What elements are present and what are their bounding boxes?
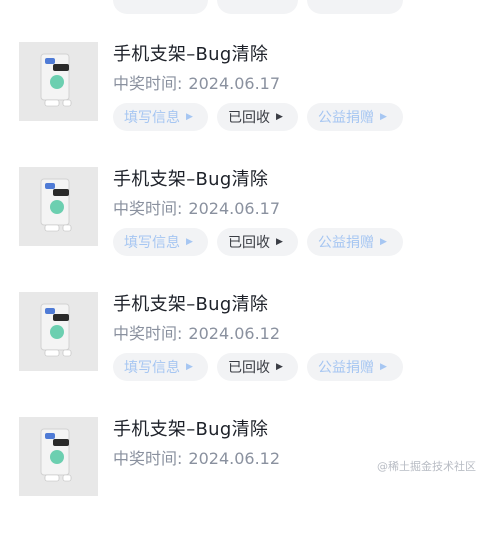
donate-label: 公益捐赠 [318, 360, 374, 376]
prize-row: 手机支架–Bug清除 中奖时间: 2024.06.12 填写信息 ▶ 已回收 ▶ 公益… [0, 292, 480, 417]
caret-right-icon: ▶ [186, 112, 193, 122]
caret-right-icon: ▶ [276, 362, 283, 372]
prize-thumbnail [19, 292, 98, 371]
donate-button[interactable]: 公益捐赠 ▶ [307, 103, 403, 131]
win-date: 中奖时间: 2024.06.12 [113, 445, 280, 469]
recycled-button[interactable] [217, 0, 298, 14]
win-date-value: 2024.06.17 [188, 199, 281, 218]
fill-info-label: 填写信息 [124, 360, 180, 376]
win-time-label: 中奖时间: [113, 74, 183, 93]
fill-info-label: 填写信息 [124, 235, 180, 251]
win-date-value: 2024.06.12 [188, 449, 281, 468]
prize-thumbnail [19, 417, 98, 496]
donate-label: 公益捐赠 [318, 235, 374, 251]
prize-thumbnail [19, 167, 98, 246]
fill-info-button[interactable]: 填写信息 ▶ [113, 103, 208, 131]
win-date: 中奖时间: 2024.06.12 [113, 320, 280, 344]
donate-button[interactable]: 公益捐赠 ▶ [307, 353, 403, 381]
prize-title: 手机支架–Bug清除 [113, 169, 269, 190]
fill-info-button[interactable] [113, 0, 208, 14]
fill-info-button[interactable]: 填写信息 ▶ [113, 353, 208, 381]
recycled-button[interactable]: 已回收 ▶ [217, 228, 298, 256]
recycled-label: 已回收 [228, 235, 270, 251]
win-date-value: 2024.06.12 [188, 324, 281, 343]
prize-row: 手机支架–Bug清除 中奖时间: 2024.06.17 填写信息 ▶ 已回收 ▶ 公益… [0, 42, 480, 167]
prize-thumbnail [19, 42, 98, 121]
win-date-value: 2024.06.17 [188, 74, 281, 93]
caret-right-icon: ▶ [276, 237, 283, 247]
recycled-label: 已回收 [228, 110, 270, 126]
win-time-label: 中奖时间: [113, 324, 183, 343]
win-date: 中奖时间: 2024.06.17 [113, 70, 280, 94]
recycled-button[interactable]: 已回收 ▶ [217, 353, 298, 381]
prize-title: 手机支架–Bug清除 [113, 44, 269, 65]
win-time-label: 中奖时间: [113, 199, 183, 218]
donate-button[interactable] [307, 0, 403, 14]
fill-info-label: 填写信息 [124, 110, 180, 126]
caret-right-icon: ▶ [380, 112, 387, 122]
caret-right-icon: ▶ [186, 237, 193, 247]
prize-title: 手机支架–Bug清除 [113, 419, 269, 440]
recycled-label: 已回收 [228, 360, 270, 376]
recycled-button[interactable]: 已回收 ▶ [217, 103, 298, 131]
win-date: 中奖时间: 2024.06.17 [113, 195, 280, 219]
caret-right-icon: ▶ [380, 362, 387, 372]
caret-right-icon: ▶ [276, 112, 283, 122]
watermark: @稀土掘金技术社区 [377, 460, 476, 473]
caret-right-icon: ▶ [380, 237, 387, 247]
fill-info-button[interactable]: 填写信息 ▶ [113, 228, 208, 256]
prize-title: 手机支架–Bug清除 [113, 294, 269, 315]
win-time-label: 中奖时间: [113, 449, 183, 468]
donate-button[interactable]: 公益捐赠 ▶ [307, 228, 403, 256]
donate-label: 公益捐赠 [318, 110, 374, 126]
prize-row: 手机支架–Bug清除 中奖时间: 2024.06.17 填写信息 ▶ 已回收 ▶ 公益… [0, 167, 480, 292]
caret-right-icon: ▶ [186, 362, 193, 372]
